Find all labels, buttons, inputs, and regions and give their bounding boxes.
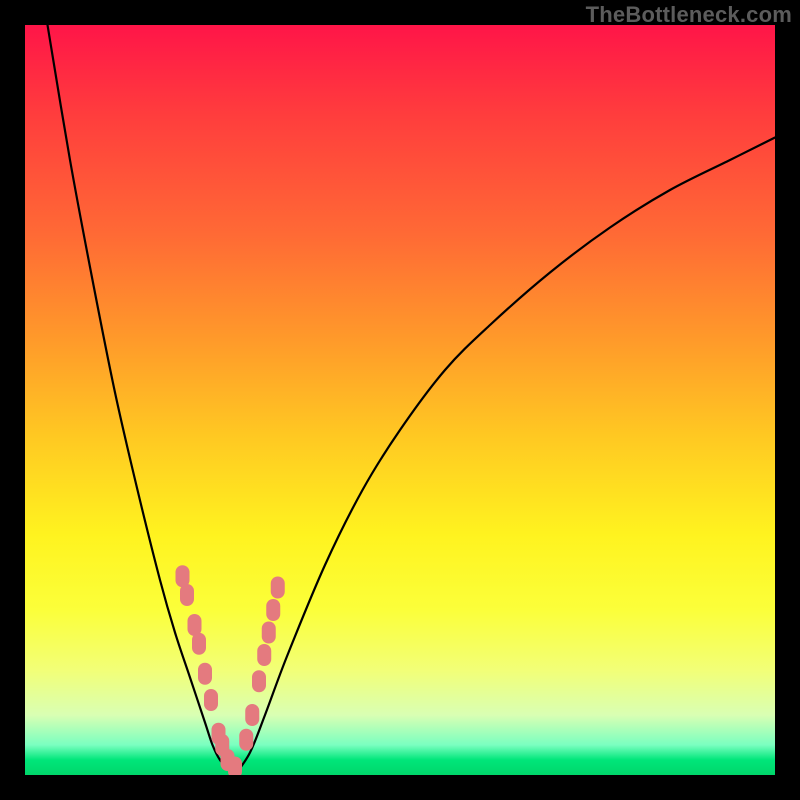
marker-point xyxy=(266,599,280,621)
chart-plot-area xyxy=(25,25,775,775)
marker-point xyxy=(257,644,271,666)
marker-point xyxy=(180,584,194,606)
marker-point xyxy=(176,565,190,587)
curve-right-branch xyxy=(235,138,775,776)
marker-point xyxy=(192,633,206,655)
chart-curve xyxy=(48,25,776,775)
marker-point xyxy=(262,622,276,644)
marker-point xyxy=(271,577,285,599)
marker-point xyxy=(198,663,212,685)
marker-point xyxy=(239,729,253,751)
marker-point xyxy=(188,614,202,636)
marker-point xyxy=(252,670,266,692)
marker-point xyxy=(245,704,259,726)
chart-svg xyxy=(25,25,775,775)
marker-point xyxy=(204,689,218,711)
chart-markers xyxy=(176,565,285,775)
curve-left-branch xyxy=(48,25,236,775)
marker-point xyxy=(228,757,242,776)
